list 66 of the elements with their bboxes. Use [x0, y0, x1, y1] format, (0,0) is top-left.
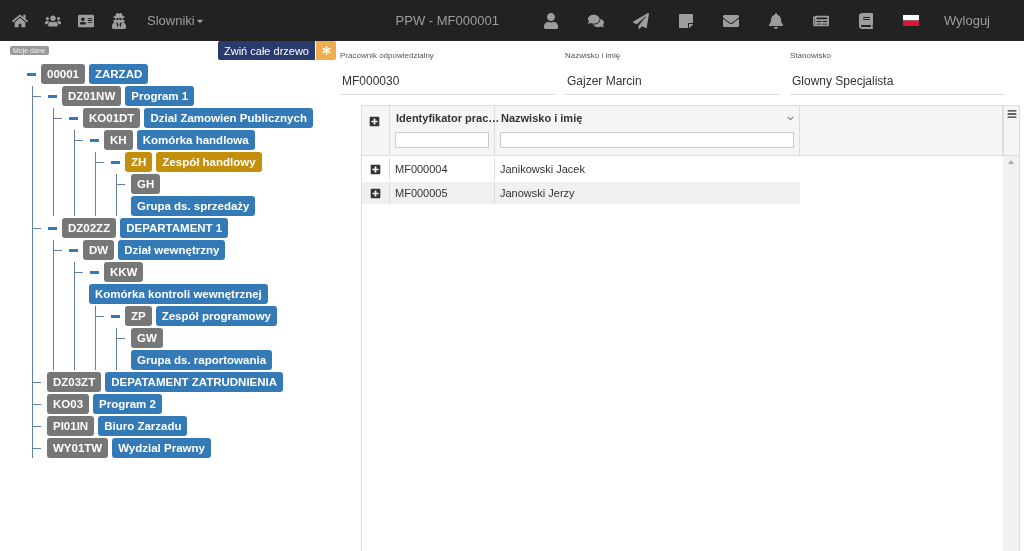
node-name[interactable]: DEPARTAMENT 1 [120, 218, 229, 238]
node-code[interactable]: DZ02ZZ [62, 218, 117, 238]
node-name[interactable]: DEPATAMENT ZATRUDNIENIA [105, 372, 284, 392]
logout-link[interactable]: Wyloguj [943, 13, 990, 28]
node-name[interactable]: Dzial Zamowien Publicznych [144, 108, 313, 128]
user-icon[interactable] [543, 12, 560, 29]
node-code[interactable]: GW [131, 328, 163, 348]
spy-icon[interactable] [111, 12, 127, 29]
chat-icon[interactable] [588, 12, 605, 29]
node-code[interactable]: KKW [104, 262, 144, 282]
node-code[interactable]: WY01TW [47, 438, 109, 458]
field-label: Nazwisko i imię [565, 50, 622, 62]
node-name[interactable]: Grupa ds. raportowania [131, 350, 273, 370]
envelope-icon[interactable] [723, 12, 740, 29]
node-code[interactable]: KO01DT [83, 108, 141, 128]
expand-all-icon[interactable] [369, 116, 380, 127]
paper-plane-icon[interactable] [633, 12, 650, 29]
menu-icon[interactable] [1006, 109, 1017, 119]
column-header[interactable]: Nazwisko i imię [501, 112, 583, 124]
node-name[interactable]: Grupa ds. sprzedaży [131, 196, 256, 216]
home-icon[interactable] [12, 12, 28, 29]
node-name[interactable]: Zespół handlowy [156, 152, 262, 172]
node-name[interactable]: Komórka kontroli wewnętrznej [89, 284, 268, 304]
expand-row-icon[interactable] [370, 163, 381, 175]
note-icon[interactable] [678, 12, 695, 29]
collapse-tree-button[interactable]: Zwiń całe drzewo [218, 41, 315, 60]
table-cell: MF000004 [390, 158, 495, 180]
node-code[interactable]: ZH [125, 152, 153, 172]
node-name[interactable]: Dział wewnętrzny [118, 240, 226, 260]
asterisk-icon [321, 46, 331, 55]
node-code[interactable]: PI01IN [47, 416, 95, 436]
column-header[interactable]: Identyfikator prac… [396, 112, 500, 124]
field-label: Pracownik odpowiedzialny [340, 50, 435, 62]
field-value: Gajzer Marcin [565, 70, 780, 95]
node-code[interactable]: KO03 [47, 394, 90, 414]
scrollbar[interactable] [1003, 156, 1019, 551]
field-label: Stanowisko [790, 50, 832, 62]
chevron-down-icon[interactable] [787, 114, 794, 122]
table-cell: MF000005 [390, 182, 495, 204]
node-code[interactable]: ZP [125, 306, 152, 326]
app-title: PPW - MF000001 [395, 13, 499, 28]
dictionaries-menu[interactable]: Slowniki [147, 13, 205, 28]
node-code[interactable]: DZ01NW [62, 86, 122, 106]
node-name[interactable]: Zespół programowy [155, 306, 277, 326]
node-code[interactable]: GH [131, 174, 161, 194]
table-cell-text: Janikowski Jacek [499, 162, 586, 177]
field-value: Glowny Specjalista [790, 70, 1005, 95]
node-code[interactable]: DZ03ZT [47, 372, 102, 392]
node-code[interactable]: KH [104, 130, 133, 150]
node-name[interactable]: ZARZAD [89, 64, 149, 84]
node-name[interactable]: Biuro Zarzadu [98, 416, 188, 436]
expand-row-icon[interactable] [370, 187, 381, 199]
field-value: MF000030 [340, 70, 555, 95]
flag-icon[interactable] [903, 15, 920, 26]
node-code[interactable]: DW [83, 240, 115, 260]
node-code[interactable]: 00001 [41, 64, 85, 84]
node-name[interactable]: Komórka handlowa [136, 130, 255, 150]
table-cell-text: Janowski Jerzy [499, 186, 576, 201]
book-icon[interactable] [858, 12, 875, 29]
node-name[interactable]: Program 1 [125, 86, 195, 106]
node-name[interactable]: Program 2 [93, 394, 162, 414]
filter-field[interactable] [395, 132, 489, 148]
filter-field[interactable] [500, 132, 794, 148]
bell-icon[interactable] [768, 12, 785, 29]
id-card-icon[interactable] [78, 12, 94, 29]
node-name[interactable]: Wydzial Prawny [112, 438, 211, 458]
